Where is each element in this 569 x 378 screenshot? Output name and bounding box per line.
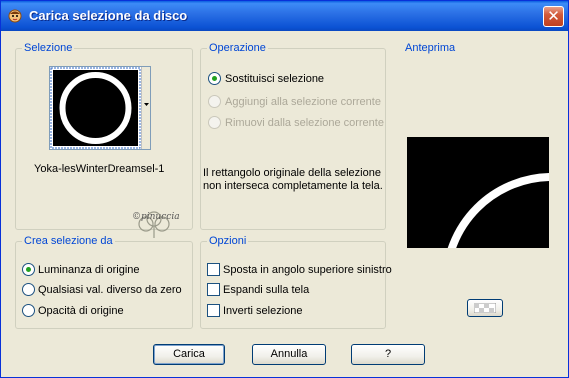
option-aggiungi-label: Aggiungi alla selezione corrente bbox=[225, 96, 381, 108]
option-opacita-label: Opacità di origine bbox=[38, 305, 124, 317]
group-operazione-label: Operazione bbox=[207, 41, 268, 55]
radio-opacita[interactable] bbox=[22, 304, 35, 317]
option-sostituisci-label: Sostituisci selezione bbox=[225, 73, 325, 85]
check-inverti-label: Inverti selezione bbox=[223, 305, 303, 317]
title-bar[interactable]: Carica selezione da disco ✕ bbox=[1, 1, 568, 31]
close-button[interactable]: ✕ bbox=[543, 6, 564, 27]
check-sposta-label: Sposta in angolo superiore sinistro bbox=[223, 264, 392, 276]
option-qualsiasi-label: Qualsiasi val. diverso da zero bbox=[38, 284, 182, 296]
group-opzioni-label: Opzioni bbox=[207, 234, 249, 248]
help-button[interactable]: ? bbox=[351, 344, 425, 365]
load-button[interactable]: Carica bbox=[153, 344, 225, 365]
group-anteprima: Anteprima bbox=[396, 41, 561, 326]
dialog-window: Carica selezione da disco ✕ Selezione Yo… bbox=[0, 0, 569, 378]
check-espandi-label: Espandi sulla tela bbox=[223, 284, 310, 296]
radio-rimuovi bbox=[208, 116, 221, 129]
group-selezione: Selezione Yoka-lesWinterDreamsel-1 ©pinu… bbox=[15, 41, 193, 238]
option-rimuovi-label: Rimuovi dalla selezione corrente bbox=[225, 117, 384, 129]
checkbox-espandi[interactable] bbox=[207, 283, 220, 296]
checkbox-inverti[interactable] bbox=[207, 304, 220, 317]
preview-background-button[interactable] bbox=[467, 299, 503, 317]
warning-message-line1: Il rettangolo originale della selezione bbox=[203, 167, 381, 179]
checkbox-sposta[interactable] bbox=[207, 263, 220, 276]
group-crea-selezione: Crea selezione da Luminanza di origine Q… bbox=[15, 234, 193, 329]
selection-thumbnail bbox=[50, 67, 141, 149]
option-luminanza-label: Luminanza di origine bbox=[38, 264, 140, 276]
warning-message-line2: non interseca completamente la tela. bbox=[203, 180, 383, 192]
group-operazione: Operazione Sostituisci selezione Aggiung… bbox=[200, 41, 386, 230]
radio-qualsiasi[interactable] bbox=[22, 283, 35, 296]
app-icon bbox=[8, 9, 22, 23]
selection-thumbnail-dropdown[interactable] bbox=[49, 66, 151, 150]
watermark-text: ©pinuccia bbox=[132, 212, 180, 222]
group-crea-label: Crea selezione da bbox=[22, 234, 115, 248]
group-opzioni: Opzioni Sposta in angolo superiore sinis… bbox=[200, 234, 392, 329]
selection-filename: Yoka-lesWinterDreamsel-1 bbox=[34, 163, 165, 175]
group-anteprima-label: Anteprima bbox=[405, 42, 456, 54]
group-selezione-label: Selezione bbox=[22, 41, 75, 55]
watermark-logo: ©pinuccia bbox=[132, 204, 180, 240]
checkerboard-icon bbox=[473, 302, 497, 314]
close-icon: ✕ bbox=[547, 8, 560, 25]
radio-luminanza[interactable] bbox=[22, 263, 35, 276]
cancel-button[interactable]: Annulla bbox=[252, 344, 326, 365]
preview-image bbox=[407, 137, 549, 248]
window-title: Carica selezione da disco bbox=[29, 8, 188, 23]
radio-aggiungi bbox=[208, 95, 221, 108]
radio-sostituisci[interactable] bbox=[208, 72, 221, 85]
chevron-down-icon[interactable] bbox=[141, 67, 150, 149]
